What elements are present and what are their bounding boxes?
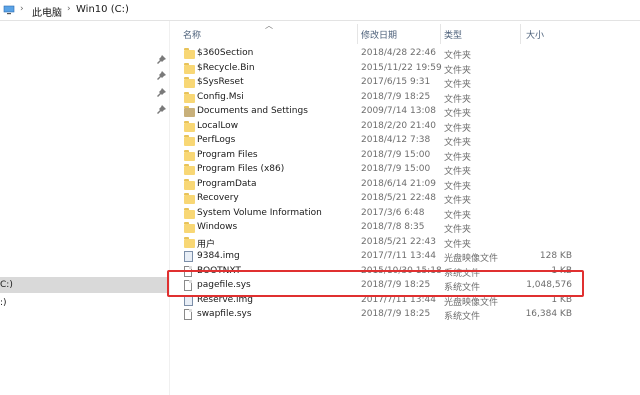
column-header-name[interactable]: 名称 <box>183 28 201 41</box>
file-type: 文件夹 <box>444 167 472 177</box>
folder-icon <box>184 62 195 74</box>
file-type: 文件夹 <box>444 225 472 235</box>
column-divider[interactable] <box>357 24 358 44</box>
file-date: 2018/6/14 21:09 <box>361 178 436 189</box>
folder-icon <box>184 48 195 59</box>
file-row[interactable]: $360Section 2018/4/28 22:46 文件夹 <box>0 47 640 61</box>
file-row[interactable]: LocalLow 2018/2/20 21:40 文件夹 <box>0 120 640 134</box>
file-date: 2018/7/9 15:00 <box>361 164 431 174</box>
folder-icon <box>184 77 195 88</box>
file-row[interactable]: swapfile.sys 2018/7/9 18:25 系统文件 16,384 KB <box>0 308 640 322</box>
file-type: 文件夹 <box>444 51 472 61</box>
file-date: 2018/2/20 21:40 <box>361 120 436 131</box>
file-name[interactable]: ProgramData <box>197 179 256 189</box>
file-name[interactable]: Windows <box>197 222 237 232</box>
computer-icon <box>3 5 15 15</box>
file-type: 文件夹 <box>444 181 472 192</box>
column-header-date[interactable]: 修改日期 <box>361 28 397 41</box>
file-type: 文件夹 <box>444 65 472 76</box>
file-name[interactable]: System Volume Information <box>197 208 322 218</box>
disc-image-icon <box>184 251 193 262</box>
file-type: 系统文件 <box>444 312 481 322</box>
file-name[interactable]: $SysReset <box>197 77 244 87</box>
file-type: 文件夹 <box>444 123 472 134</box>
file-row[interactable]: $Recycle.Bin 2015/11/22 19:59 文件夹 <box>0 62 640 76</box>
file-row[interactable]: Recovery 2018/5/21 22:48 文件夹 <box>0 192 640 206</box>
sort-ascending-icon: ︿ <box>265 21 273 30</box>
folder-icon <box>184 164 195 175</box>
file-row[interactable]: Program Files 2018/7/9 15:00 文件夹 <box>0 149 640 163</box>
folder-shortcut-icon <box>184 106 195 117</box>
file-name[interactable]: Config.Msi <box>197 92 244 102</box>
file-name[interactable]: LocalLow <box>197 121 238 131</box>
file-row[interactable]: Windows 2018/7/8 8:35 文件夹 <box>0 221 640 235</box>
file-row[interactable]: 用户 2018/5/21 22:43 文件夹 <box>0 236 640 250</box>
breadcrumb-drive[interactable]: Win10 (C:) <box>76 4 129 15</box>
file-type: 光盘映像文件 <box>444 254 499 264</box>
file-type: 文件夹 <box>444 80 472 90</box>
file-date: 2009/7/14 13:08 <box>361 106 436 116</box>
file-date: 2018/7/9 18:25 <box>361 309 431 319</box>
file-date: 2017/3/6 6:48 <box>361 207 425 218</box>
file-size: 128 KB <box>539 251 572 261</box>
file-type: 文件夹 <box>444 239 472 250</box>
folder-icon <box>184 236 195 248</box>
folder-icon <box>184 222 195 233</box>
file-icon <box>184 309 192 320</box>
folder-icon <box>184 91 195 103</box>
file-row[interactable]: 9384.img 2017/7/11 13:44 光盘映像文件 128 KB <box>0 250 640 264</box>
column-header-type[interactable]: 类型 <box>444 28 462 41</box>
file-row[interactable]: Documents and Settings 2009/7/14 13:08 文件夹 <box>0 105 640 119</box>
file-size: 16,384 KB <box>525 309 572 319</box>
folder-icon <box>184 207 195 219</box>
file-name[interactable]: Documents and Settings <box>197 106 308 116</box>
file-name[interactable]: $Recycle.Bin <box>197 63 255 73</box>
file-row[interactable]: Program Files (x86) 2018/7/9 15:00 文件夹 <box>0 163 640 177</box>
file-name[interactable]: PerfLogs <box>197 135 235 145</box>
file-type: 文件夹 <box>444 94 472 105</box>
file-date: 2018/5/21 22:43 <box>361 236 436 247</box>
column-divider[interactable] <box>520 24 521 44</box>
folder-icon <box>184 178 195 190</box>
file-row[interactable]: $SysReset 2017/6/15 9:31 文件夹 <box>0 76 640 90</box>
file-row[interactable]: Config.Msi 2018/7/9 18:25 文件夹 <box>0 91 640 105</box>
file-name[interactable]: Program Files <box>197 150 258 160</box>
file-type: 文件夹 <box>444 138 472 148</box>
file-date: 2018/7/9 18:25 <box>361 91 431 102</box>
file-name[interactable]: swapfile.sys <box>197 309 252 319</box>
highlight-box <box>167 270 584 297</box>
file-name[interactable]: 9384.img <box>197 251 240 261</box>
file-date: 2015/11/22 19:59 <box>361 62 442 73</box>
folder-icon <box>184 193 195 204</box>
breadcrumb-separator: › <box>20 4 24 14</box>
folder-icon <box>184 149 195 161</box>
file-date: 2018/7/9 15:00 <box>361 149 431 160</box>
breadcrumb-separator: › <box>67 4 71 14</box>
breadcrumb-this-pc[interactable]: 此电脑 <box>32 4 62 19</box>
file-row[interactable]: ProgramData 2018/6/14 21:09 文件夹 <box>0 178 640 192</box>
column-header-size[interactable]: 大小 <box>526 28 544 41</box>
file-date: 2018/4/28 22:46 <box>361 48 436 58</box>
file-name[interactable]: 用户 <box>197 237 215 250</box>
file-type: 文件夹 <box>444 196 472 206</box>
address-bar[interactable]: › 此电脑 › Win10 (C:) <box>0 0 640 21</box>
file-type: 文件夹 <box>444 152 472 163</box>
file-date: 2018/4/12 7:38 <box>361 135 431 145</box>
file-date: 2018/7/8 8:35 <box>361 222 425 232</box>
file-row[interactable]: System Volume Information 2017/3/6 6:48 文件… <box>0 207 640 221</box>
folder-icon <box>184 120 195 132</box>
file-name[interactable]: $360Section <box>197 48 253 58</box>
folder-icon <box>184 135 195 146</box>
column-divider[interactable] <box>440 24 441 44</box>
file-row[interactable]: PerfLogs 2018/4/12 7:38 文件夹 <box>0 134 640 148</box>
file-date: 2017/7/11 13:44 <box>361 251 436 261</box>
file-type: 文件夹 <box>444 210 472 221</box>
file-type: 文件夹 <box>444 109 472 119</box>
file-date: 2017/6/15 9:31 <box>361 77 431 87</box>
file-name[interactable]: Program Files (x86) <box>197 164 284 174</box>
file-date: 2018/5/21 22:48 <box>361 193 436 203</box>
file-name[interactable]: Recovery <box>197 193 239 203</box>
